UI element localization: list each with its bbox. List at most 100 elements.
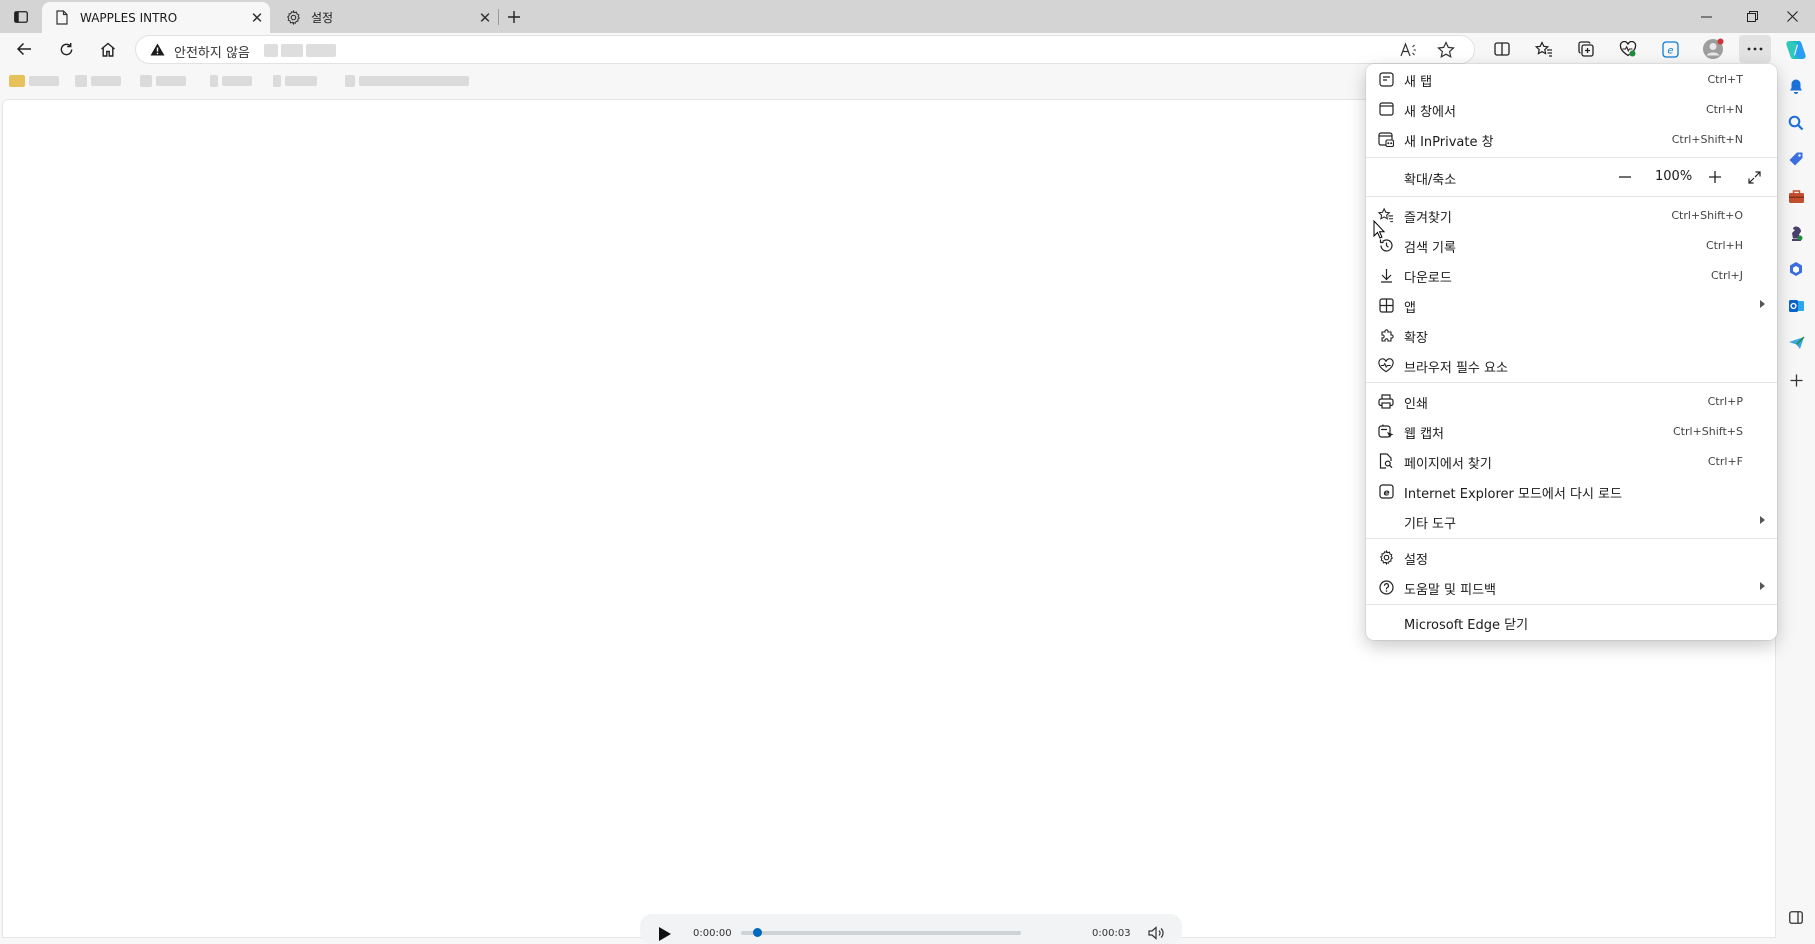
menu-item-print[interactable]: 인쇄 Ctrl+P (1366, 386, 1777, 416)
split-screen-button[interactable] (1486, 35, 1518, 63)
search-button[interactable] (1782, 109, 1810, 137)
microsoft365-button[interactable] (1782, 255, 1810, 283)
menu-item-find-on-page[interactable]: 페이지에서 찾기 Ctrl+F (1366, 446, 1777, 476)
menu-item-label: 새 탭 (1404, 75, 1433, 90)
ie-mode-icon: e (1661, 40, 1679, 58)
menu-item-browser-essentials[interactable]: 브라우저 필수 요소 (1366, 350, 1777, 380)
settings-icon (1378, 549, 1394, 565)
inprivate-icon (1378, 131, 1394, 147)
favorites-button[interactable] (1528, 35, 1560, 63)
svg-text:e: e (1667, 45, 1673, 56)
favorite-item-redacted[interactable] (75, 74, 121, 88)
add-sidebar-app-button[interactable] (1782, 366, 1810, 394)
menu-item-history[interactable]: 검색 기록 Ctrl+H (1366, 230, 1777, 260)
tag-icon (1789, 152, 1803, 166)
tools-button[interactable] (1782, 182, 1810, 210)
download-icon (1378, 267, 1394, 283)
home-button[interactable] (92, 35, 124, 63)
menu-item-web-capture[interactable]: 웹 캡처 Ctrl+Shift+S (1366, 416, 1777, 446)
outlook-button[interactable] (1782, 292, 1810, 320)
minimize-icon (1700, 16, 1712, 17)
settings-and-more-button[interactable] (1739, 35, 1771, 63)
essentials-icon (1378, 357, 1394, 373)
menu-item-help-and-feedback[interactable]: 도움말 및 피드백 (1366, 572, 1777, 602)
menu-item-extensions[interactable]: 확장 (1366, 320, 1777, 350)
menu-item-shortcut: Ctrl+Shift+O (1671, 209, 1743, 222)
minimize-button[interactable] (1683, 0, 1729, 33)
tab-settings[interactable]: 설정 ✕ (273, 2, 498, 33)
refresh-button[interactable] (50, 35, 82, 63)
menu-item-new-window[interactable]: 새 창에서 Ctrl+N (1366, 94, 1777, 124)
close-tab-button[interactable]: ✕ (472, 6, 498, 30)
read-aloud-icon (1400, 42, 1416, 57)
progress-handle[interactable] (753, 928, 762, 937)
menu-item-settings[interactable]: 설정 (1366, 542, 1777, 572)
warning-icon (150, 43, 165, 56)
heart-pulse-icon (1619, 41, 1637, 57)
navigation-toolbar: 안전하지 않음 e (0, 33, 1815, 65)
read-aloud-button[interactable] (1400, 42, 1418, 58)
favorite-item-redacted[interactable] (273, 74, 317, 88)
menu-item-close-edge[interactable]: Microsoft Edge 닫기 (1366, 607, 1777, 637)
close-tab-button[interactable]: ✕ (244, 6, 270, 30)
favorite-item-redacted[interactable] (140, 74, 186, 88)
close-window-button[interactable] (1769, 0, 1815, 33)
tab-wapples-intro[interactable]: WAPPLES INTRO ✕ (42, 2, 270, 33)
help-icon (1378, 579, 1394, 595)
menu-item-shortcut: Ctrl+N (1705, 103, 1743, 116)
folder-icon (9, 75, 25, 87)
address-bar[interactable]: 안전하지 않음 (135, 35, 1475, 64)
menu-item-ie-mode-reload[interactable]: e Internet Explorer 모드에서 다시 로드 (1366, 476, 1777, 506)
new-window-icon (1378, 101, 1394, 117)
zoom-out-button[interactable] (1611, 164, 1639, 190)
drop-button[interactable] (1782, 329, 1810, 357)
favorite-item-redacted[interactable] (210, 74, 252, 88)
menu-item-favorites[interactable]: 즐겨찾기 Ctrl+Shift+O (1366, 200, 1777, 230)
menu-item-apps[interactable]: 앱 (1366, 290, 1777, 320)
avatar-icon (1703, 38, 1724, 59)
play-button[interactable] (658, 926, 672, 942)
current-time: 0:00:00 (693, 928, 732, 939)
hide-sidebar-button[interactable] (1782, 903, 1810, 931)
menu-item-new-tab[interactable]: 새 탭 Ctrl+T (1366, 64, 1777, 94)
menu-item-label: 웹 캡처 (1404, 427, 1445, 442)
add-favorite-button[interactable] (1437, 41, 1455, 59)
favorite-folder-redacted[interactable] (9, 74, 59, 88)
fullscreen-button[interactable] (1740, 164, 1768, 190)
m365-icon (1790, 262, 1802, 276)
collections-button[interactable] (1570, 35, 1602, 63)
submenu-arrow-icon (1760, 582, 1765, 590)
menu-item-shortcut: Ctrl+T (1707, 73, 1743, 86)
tab-actions-button[interactable] (8, 5, 34, 29)
ie-mode-icon: e (1378, 483, 1394, 499)
split-screen-icon (1494, 42, 1510, 56)
games-button[interactable] (1782, 219, 1810, 247)
browser-essentials-button[interactable] (1612, 35, 1644, 63)
apps-icon (1378, 297, 1394, 313)
menu-item-downloads[interactable]: 다운로드 Ctrl+J (1366, 260, 1777, 290)
menu-separator (1366, 157, 1777, 158)
progress-track[interactable] (741, 931, 1021, 935)
shopping-button[interactable] (1782, 145, 1810, 173)
tab-divider (498, 9, 499, 25)
new-tab-button[interactable] (501, 4, 527, 30)
outlook-icon (1788, 300, 1804, 312)
profile-button[interactable] (1697, 35, 1729, 63)
menu-separator (1366, 196, 1777, 197)
notifications-button[interactable] (1782, 72, 1810, 100)
back-button[interactable] (8, 35, 40, 63)
plus-icon (1709, 171, 1721, 183)
ie-mode-button[interactable]: e (1654, 35, 1686, 63)
copilot-button[interactable] (1782, 36, 1810, 64)
collections-icon (1578, 41, 1594, 57)
menu-separator (1366, 382, 1777, 383)
restore-icon (1746, 11, 1758, 22)
security-status-label[interactable]: 안전하지 않음 (174, 42, 250, 61)
zoom-in-button[interactable] (1701, 164, 1729, 190)
menu-item-more-tools[interactable]: 기타 도구 (1366, 506, 1777, 536)
menu-item-label: 새 InPrivate 창 (1404, 135, 1494, 150)
find-icon (1378, 453, 1394, 469)
favorite-item-redacted[interactable] (345, 74, 469, 88)
menu-item-new-inprivate-window[interactable]: 새 InPrivate 창 Ctrl+Shift+N (1366, 124, 1777, 154)
menu-item-label: 인쇄 (1404, 397, 1428, 412)
